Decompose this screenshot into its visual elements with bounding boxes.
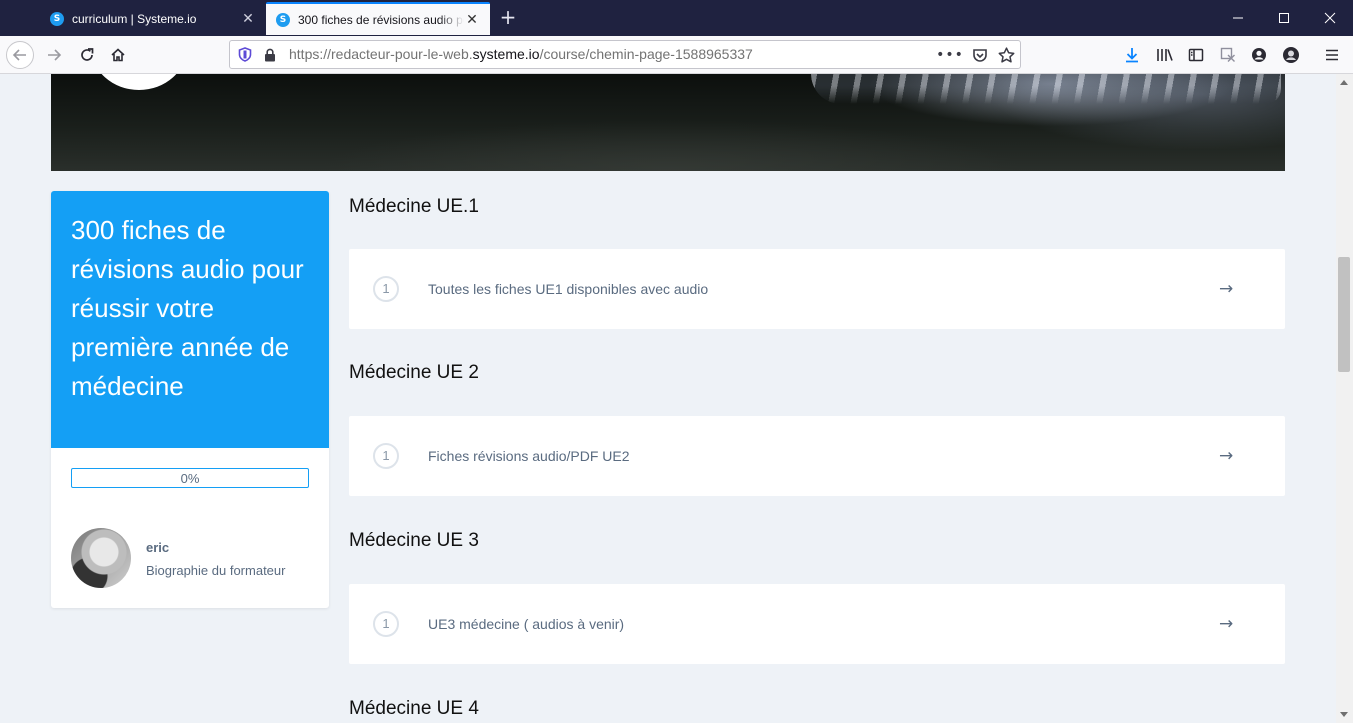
maximize-button[interactable]	[1261, 0, 1307, 36]
more-icon[interactable]: •••	[936, 41, 963, 68]
arrow-right-icon[interactable]: →	[1219, 584, 1233, 664]
shield-icon[interactable]	[236, 41, 254, 68]
progress-label: 0%	[180, 471, 200, 486]
lesson-number: 1	[373, 443, 399, 469]
arrow-right-icon[interactable]: →	[1219, 249, 1233, 329]
course-title: 300 fiches de révisions audio pour réuss…	[71, 215, 304, 401]
lesson-number: 1	[373, 276, 399, 302]
reload-button[interactable]	[73, 41, 101, 69]
module-title: Médecine UE 4	[349, 698, 479, 719]
library-button[interactable]	[1151, 41, 1179, 69]
forward-button[interactable]	[40, 41, 68, 69]
library-icon	[1157, 49, 1173, 61]
lesson-title[interactable]: Fiches révisions audio/PDF UE2	[428, 416, 630, 496]
profile-icon	[1283, 47, 1299, 63]
reload-icon	[81, 48, 94, 61]
downloads-button[interactable]	[1118, 41, 1146, 69]
course-header: 300 fiches de révisions audio pour réuss…	[51, 191, 329, 448]
tab-course[interactable]: S 300 fiches de révisions audio pour réu…	[266, 2, 490, 35]
module-title: Médecine UE 2	[349, 362, 479, 383]
lock-icon[interactable]	[262, 41, 278, 68]
tent-photo-detail	[811, 74, 1281, 104]
url-bar[interactable]: https://redacteur-pour-le-web.systeme.io…	[229, 40, 1021, 69]
tab-curriculum[interactable]: S curriculum | Systeme.io ✕	[40, 2, 266, 35]
star-icon[interactable]	[995, 41, 1017, 68]
profile-button[interactable]	[1277, 41, 1305, 69]
extension-button[interactable]	[1214, 41, 1242, 69]
lesson-title[interactable]: UE3 médecine ( audios à venir)	[428, 584, 624, 664]
sidebar-button[interactable]	[1182, 41, 1210, 69]
extension-icon	[1220, 47, 1235, 62]
menu-icon	[1326, 49, 1338, 61]
author-bio-link[interactable]: Biographie du formateur	[146, 563, 285, 578]
url-text[interactable]: https://redacteur-pour-le-web.systeme.io…	[289, 41, 753, 68]
back-button[interactable]	[6, 41, 34, 69]
lesson-row[interactable]: 1 Fiches révisions audio/PDF UE2 →	[349, 416, 1285, 496]
home-button[interactable]	[104, 41, 132, 69]
download-icon	[1126, 48, 1138, 63]
minimize-button[interactable]	[1215, 0, 1261, 36]
systeme-favicon-icon: S	[276, 12, 290, 27]
close-window-button[interactable]	[1307, 0, 1353, 36]
hero-banner-image	[51, 74, 1285, 171]
new-tab-button[interactable]: +	[497, 6, 519, 28]
arrow-right-icon[interactable]: →	[1219, 416, 1233, 496]
author-avatar	[71, 528, 131, 588]
course-sidebar: 300 fiches de révisions audio pour réuss…	[51, 191, 329, 608]
lesson-row[interactable]: 1 Toutes les fiches UE1 disponibles avec…	[349, 249, 1285, 329]
lesson-number: 1	[373, 611, 399, 637]
close-icon	[1324, 12, 1336, 24]
module-title: Médecine UE.1	[349, 196, 479, 217]
forward-icon	[48, 49, 62, 61]
author-name: eric	[146, 540, 170, 555]
progress-bar: 0%	[71, 468, 309, 488]
pocket-icon[interactable]	[969, 41, 991, 68]
maximize-icon	[1279, 13, 1289, 23]
account-button[interactable]	[1245, 41, 1273, 69]
sidebar-icon	[1188, 48, 1204, 62]
navigation-toolbar: https://redacteur-pour-le-web.systeme.io…	[0, 36, 1353, 74]
systeme-favicon-icon: S	[50, 11, 64, 26]
scroll-up-icon[interactable]	[1340, 80, 1348, 85]
back-icon	[12, 49, 26, 61]
minimize-icon	[1233, 17, 1243, 19]
close-icon[interactable]: ✕	[240, 11, 256, 27]
lesson-title[interactable]: Toutes les fiches UE1 disponibles avec a…	[428, 249, 708, 329]
menu-button[interactable]	[1318, 41, 1346, 69]
vertical-scrollbar[interactable]	[1336, 74, 1353, 723]
page-content: 300 fiches de révisions audio pour réuss…	[0, 74, 1336, 723]
scrollbar-thumb[interactable]	[1338, 257, 1350, 372]
tab-bar: S curriculum | Systeme.io ✕ S 300 fiches…	[0, 0, 1353, 36]
home-icon	[111, 48, 125, 62]
course-logo	[91, 74, 187, 90]
tab-title: 300 fiches de révisions audio pour réuss…	[298, 12, 464, 27]
module-title: Médecine UE 3	[349, 530, 479, 551]
account-icon	[1252, 48, 1266, 62]
tab-title: curriculum | Systeme.io	[72, 11, 197, 26]
scroll-down-icon[interactable]	[1340, 712, 1348, 717]
close-icon[interactable]: ✕	[464, 12, 480, 28]
lesson-row[interactable]: 1 UE3 médecine ( audios à venir) →	[349, 584, 1285, 664]
